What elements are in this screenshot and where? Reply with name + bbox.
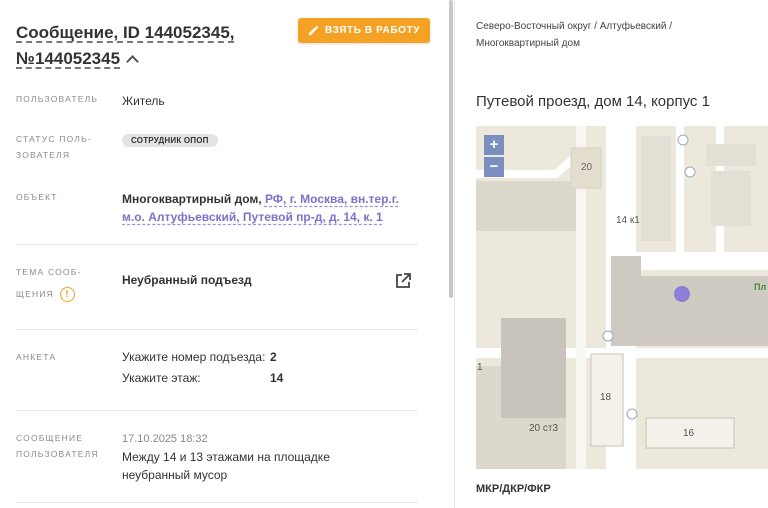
message-label-line1: СООБЩЕНИЕ	[16, 433, 84, 443]
divider	[16, 502, 418, 503]
object-type: Многоквартирный дом,	[122, 192, 262, 206]
divider	[16, 329, 418, 330]
building-label: 18	[600, 392, 612, 403]
topic-label-line2: ЩЕНИЯ	[16, 289, 55, 299]
divider	[16, 244, 418, 245]
building-label: 20	[581, 162, 593, 173]
zoom-in-button[interactable]: +	[484, 135, 504, 155]
survey-answer-1: 2	[270, 350, 277, 364]
address-title: Путевой проезд, дом 14, корпус 1	[476, 93, 710, 110]
message-label-line2: ПОЛЬЗОВАТЕЛЯ	[16, 449, 99, 459]
map[interactable]: 20 14 к1 18 16 20 ст3 1 Пл + −	[476, 126, 768, 469]
building-label: 16	[683, 428, 695, 439]
object-value: Многоквартирный дом, РФ, г. Москва, вн.т…	[122, 190, 417, 226]
pencil-icon	[308, 25, 319, 36]
topic-label-line1: ТЕМА СООБ-	[16, 267, 82, 277]
divider	[16, 410, 418, 411]
user-value: Житель	[122, 94, 165, 108]
status-badge: СОТРУДНИК ОПОП	[122, 134, 218, 147]
chevron-up-icon[interactable]	[126, 55, 139, 68]
message-text: Между 14 и 13 этажами на площадке неубра…	[122, 450, 330, 482]
external-link-icon[interactable]	[394, 272, 412, 290]
building-label: 20 ст3	[529, 423, 559, 434]
survey-question-2: Укажите этаж:	[122, 371, 201, 385]
status-label: СТАТУС ПОЛЬ- ЗОВАТЕЛЯ	[16, 131, 108, 163]
message-panel: Сообщение, ID 144052345, №144052345 ВЗЯТ…	[0, 0, 447, 508]
topic-value: Неубранный подъезд	[122, 273, 252, 287]
take-to-work-label: ВЗЯТЬ В РАБОТУ	[324, 25, 421, 36]
scrollbar[interactable]	[449, 0, 453, 298]
status-label-line2: ЗОВАТЕЛЯ	[16, 150, 71, 160]
building-label: 14 к1	[616, 215, 640, 226]
zoom-out-button[interactable]: −	[484, 157, 504, 177]
survey-label: АНКЕТА	[16, 352, 57, 362]
object-label: ОБЪЕКТ	[16, 192, 58, 202]
map-canvas	[476, 126, 768, 469]
user-label: ПОЛЬЗОВАТЕЛЬ	[16, 94, 99, 104]
page-title[interactable]: Сообщение, ID 144052345, №144052345	[16, 20, 286, 72]
message-date: 17.10.2025 18:32	[122, 433, 208, 445]
topic-label: ТЕМА СООБ- ЩЕНИЯ!	[16, 264, 108, 303]
section-label: МКР/ДКР/ФКР	[476, 483, 551, 495]
take-to-work-button[interactable]: ВЗЯТЬ В РАБОТУ	[298, 18, 430, 43]
building-label: 1	[477, 362, 483, 373]
breadcrumb: Северо-Восточный округ / Алтуфьевский / …	[476, 21, 673, 49]
survey-question-1: Укажите номер подъезда:	[122, 350, 266, 364]
status-label-line1: СТАТУС ПОЛЬ-	[16, 134, 92, 144]
warning-icon[interactable]: !	[60, 287, 76, 303]
street-label: Пл	[754, 282, 767, 292]
message-label: СООБЩЕНИЕ ПОЛЬЗОВАТЕЛЯ	[16, 430, 108, 462]
survey-answer-2: 14	[270, 371, 284, 385]
